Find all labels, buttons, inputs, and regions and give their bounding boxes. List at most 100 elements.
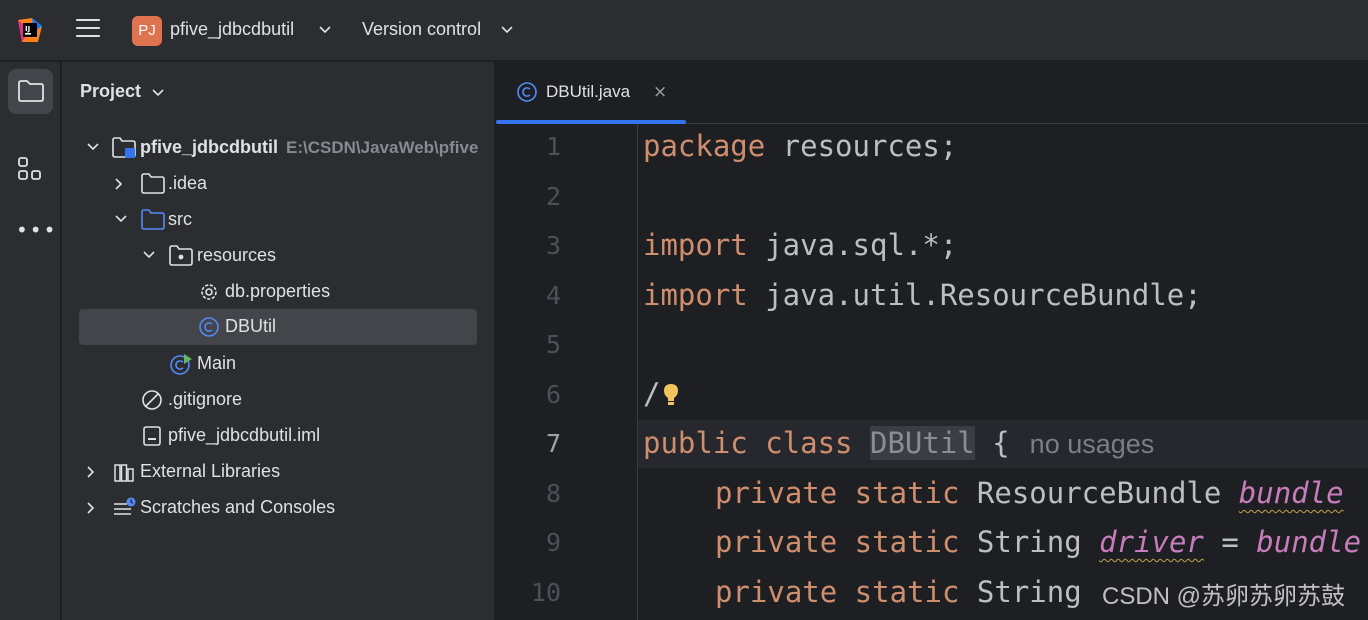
tree-item-main[interactable]: Main <box>62 346 494 382</box>
chevron-right-icon[interactable] <box>86 465 96 479</box>
keyword: private static <box>715 525 960 559</box>
project-badge[interactable]: PJ <box>132 16 162 46</box>
tree-item-dbutil[interactable]: DBUtil <box>62 309 494 345</box>
line-number: 1 <box>545 132 561 161</box>
chevron-down-icon[interactable] <box>114 214 128 224</box>
tree-item-external-libraries[interactable]: External Libraries <box>62 454 494 490</box>
keyword: import <box>643 278 748 312</box>
code-text: String <box>959 525 1100 559</box>
keyword: package <box>643 129 766 163</box>
tree-item-project-root[interactable]: pfive_jdbcdbutil E:\CSDN\JavaWeb\pfive <box>62 130 494 166</box>
line-number: 9 <box>545 528 561 557</box>
scratches-icon <box>114 497 136 515</box>
project-tool-button[interactable] <box>8 69 53 114</box>
chevron-down-icon[interactable] <box>318 25 332 35</box>
chevron-right-icon[interactable] <box>86 501 96 515</box>
usages-hint[interactable]: no usages <box>1030 429 1155 459</box>
code-text: { <box>974 426 1010 460</box>
code-editor[interactable]: DBUtil.java × 1 2 3 4 5 6 7 8 9 10 packa… <box>496 62 1368 620</box>
tool-window-strip: ••• <box>0 62 61 620</box>
line-number-current: 7 <box>545 429 561 458</box>
chevron-down-icon[interactable] <box>86 142 100 152</box>
close-icon[interactable]: × <box>653 82 667 102</box>
code-text: = <box>1203 525 1257 559</box>
field-reference: bundle <box>1256 525 1362 559</box>
code-text: String <box>959 575 1100 609</box>
project-path: E:\CSDN\JavaWeb\pfive <box>286 138 479 157</box>
tab-dbutil-java[interactable]: DBUtil.java × <box>496 62 686 124</box>
line-number: 5 <box>545 330 561 359</box>
chevron-down-icon[interactable] <box>152 89 164 97</box>
class-name[interactable]: DBUtil <box>869 426 975 460</box>
lightbulb-icon[interactable] <box>660 382 682 408</box>
chevron-right-icon[interactable] <box>114 177 124 191</box>
line-number: 6 <box>545 380 561 409</box>
svg-text:IJ: IJ <box>25 25 30 33</box>
tree-item-src[interactable]: src <box>62 202 494 238</box>
code-line-6[interactable]: / <box>643 377 682 411</box>
ignore-file-icon <box>142 390 162 410</box>
package-icon <box>169 245 193 266</box>
tree-item-label: Main <box>197 353 237 373</box>
code-text: java.util.ResourceBundle; <box>747 278 1202 312</box>
field-name: driver <box>1099 525 1204 559</box>
code-line-9[interactable]: private static String driver = bundle <box>715 525 1361 559</box>
tree-item-label: pfive_jdbcdbutil <box>140 137 279 157</box>
folder-icon <box>141 173 165 194</box>
tree-item-label: db.properties <box>225 281 331 301</box>
tree-item-db-properties[interactable]: db.properties <box>62 274 494 310</box>
tree-item-label: Scratches and Consoles <box>140 497 336 517</box>
more-icon[interactable]: ••• <box>16 218 57 242</box>
tree-item-scratches[interactable]: Scratches and Consoles <box>62 490 494 526</box>
tree-item-iml[interactable]: pfive_jdbcdbutil.iml <box>62 418 494 454</box>
code-line-8[interactable]: private static ResourceBundle bundle <box>715 476 1344 510</box>
tree-item-label: External Libraries <box>140 461 281 481</box>
java-class-icon <box>517 82 537 102</box>
watermark: CSDN @苏卵苏卵苏鼓 <box>1102 583 1346 610</box>
line-number: 4 <box>545 281 561 310</box>
project-switcher[interactable]: pfive_jdbcdbutil <box>170 19 294 40</box>
intellij-logo-icon[interactable]: IJ <box>16 16 44 44</box>
tab-label: DBUtil.java <box>546 82 631 101</box>
tree-item-label: .idea <box>168 173 208 193</box>
tree-item-idea[interactable]: .idea <box>62 166 494 202</box>
code-line-4[interactable]: import java.util.ResourceBundle; <box>643 278 1202 312</box>
code-text: java.sql.*; <box>747 228 958 262</box>
folder-icon <box>18 80 44 102</box>
code-text: resources; <box>765 129 958 163</box>
gear-icon <box>201 284 217 300</box>
field-name: bundle <box>1238 476 1344 510</box>
iml-file-icon <box>143 426 161 446</box>
line-number-gutter[interactable]: 1 2 3 4 5 6 7 8 9 10 <box>496 124 638 620</box>
tree-item-resources[interactable]: resources <box>62 238 494 274</box>
java-class-icon <box>199 317 219 337</box>
code-text: / <box>643 377 661 411</box>
code-line-3[interactable]: import java.sql.*; <box>643 228 957 262</box>
line-number: 8 <box>545 479 561 508</box>
code-text: ResourceBundle <box>959 476 1239 510</box>
chevron-down-icon[interactable] <box>142 250 156 260</box>
tree-item-label: DBUtil <box>225 316 277 336</box>
libraries-icon <box>114 464 134 482</box>
keyword: public class <box>643 426 853 460</box>
project-panel: Project pfive_jdbcdbutil E:\CSDN\JavaWeb\… <box>62 62 495 620</box>
line-number: 10 <box>530 578 561 607</box>
main-menu-icon[interactable] <box>76 19 102 41</box>
selection-highlight <box>79 309 477 345</box>
tree-item-gitignore[interactable]: .gitignore <box>62 382 494 418</box>
code-line-10[interactable]: private static String <box>715 575 1099 609</box>
version-control-menu[interactable]: Version control <box>362 19 481 40</box>
title-bar: IJ PJ pfive_jdbcdbutil Version control <box>0 0 1368 61</box>
tree-item-label: .gitignore <box>168 389 243 409</box>
line-number: 2 <box>545 182 561 211</box>
keyword: private static <box>715 575 960 609</box>
structure-icon[interactable] <box>16 155 44 183</box>
keyword: import <box>643 228 748 262</box>
code-line-1[interactable]: package resources; <box>643 129 957 163</box>
code-line-7[interactable]: public class DBUtil { no usages <box>643 426 1154 460</box>
panel-title[interactable]: Project <box>80 81 141 102</box>
line-number: 3 <box>545 231 561 260</box>
tree-item-label: src <box>168 209 192 229</box>
chevron-down-icon[interactable] <box>500 25 514 35</box>
source-folder-icon <box>141 209 165 230</box>
